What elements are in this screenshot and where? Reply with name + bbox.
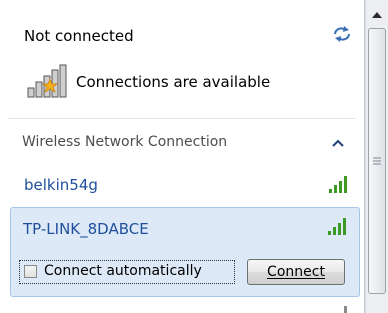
chevron-up-icon[interactable] xyxy=(332,139,344,147)
network-name: TP-LINK_8DABCE xyxy=(23,220,149,238)
vertical-scrollbar[interactable] xyxy=(365,0,388,313)
section-header-wireless[interactable]: Wireless Network Connection xyxy=(22,134,227,150)
grip-icon xyxy=(373,157,381,165)
connect-automatically-label[interactable]: Connect automatically xyxy=(44,263,202,279)
connect-automatically-checkbox[interactable] xyxy=(24,265,37,278)
connections-available-text: Connections are available xyxy=(76,73,271,91)
connection-status-title: Not connected xyxy=(24,27,134,45)
signal-strength-icon xyxy=(329,176,347,193)
refresh-network-icon[interactable] xyxy=(332,25,352,43)
connect-button[interactable]: Connect xyxy=(247,259,345,285)
connect-automatically-option[interactable]: Connect automatically xyxy=(19,260,235,284)
network-item-partial[interactable] xyxy=(10,302,360,313)
network-bars-star-icon xyxy=(27,64,67,98)
divider xyxy=(8,118,356,119)
network-item-belkin54g[interactable]: belkin54g xyxy=(10,168,360,204)
network-name: belkin54g xyxy=(24,176,98,194)
scroll-up-arrow-icon[interactable] xyxy=(370,10,384,20)
wireless-networks-panel: Not connected Connections are available … xyxy=(0,0,365,313)
scrollbar-thumb[interactable] xyxy=(368,28,386,294)
network-item-tp-link-selected[interactable]: TP-LINK_8DABCE Connect automatically Con… xyxy=(10,207,360,297)
signal-strength-icon xyxy=(328,218,346,235)
signal-strength-icon xyxy=(344,306,347,313)
